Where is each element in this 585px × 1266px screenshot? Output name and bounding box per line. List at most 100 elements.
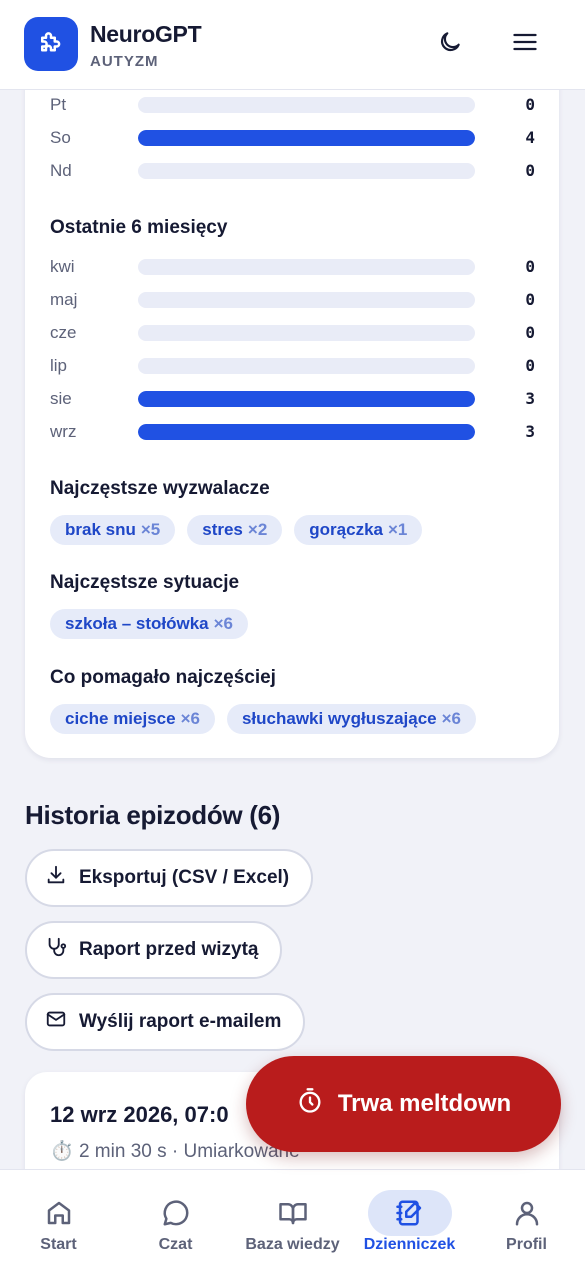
theme-toggle-button[interactable] (432, 26, 468, 62)
bar-row: maj 0 (50, 289, 540, 311)
meltdown-button[interactable]: Trwa meltdown (246, 1056, 561, 1152)
nav-item-start[interactable]: Start (0, 1170, 117, 1266)
bar-value: 3 (525, 389, 535, 408)
chip-label: brak snu (65, 520, 136, 539)
chip-count: ×1 (387, 520, 408, 539)
meltdown-label: Trwa meltdown (337, 1090, 512, 1117)
nav-label: Dzienniczek (363, 1236, 456, 1253)
helped-title: Co pomagało najczęściej (50, 667, 276, 688)
email-report-button[interactable]: Wyślij raport e-mailem (25, 993, 306, 1051)
export-label: Eksportuj (CSV / Excel) (79, 867, 290, 888)
bar-value: 0 (525, 290, 535, 309)
bar-fill (138, 130, 475, 146)
nav-label: Start (40, 1236, 77, 1253)
bar-track (138, 292, 475, 308)
bar-label: wrz (50, 422, 77, 441)
puzzle-icon[interactable] (24, 17, 78, 71)
user-icon (485, 1190, 569, 1236)
download-icon (45, 864, 67, 892)
hamburger-icon (511, 28, 539, 61)
nav-item-profile[interactable]: Profil (468, 1170, 585, 1266)
nav-label: Baza wiedzy (245, 1236, 340, 1253)
moon-icon (437, 29, 463, 60)
bar-label: kwi (50, 257, 75, 276)
bar-row: lip 0 (50, 355, 540, 377)
bar-track (138, 163, 475, 179)
bar-label: cze (50, 323, 77, 342)
chip-label: szkoła – stołówka (65, 614, 209, 633)
episode-meta-text: 2 min 30 s · Umiarkowane (78, 1141, 300, 1162)
bar-track (138, 325, 475, 341)
bar-track (138, 97, 475, 113)
app-subtitle: AUTYZM (90, 53, 159, 70)
situations-chips: szkoła – stołówka ×6 (50, 609, 249, 639)
nav-label: Czat (158, 1236, 193, 1253)
nav-item-chat[interactable]: Czat (117, 1170, 234, 1266)
months-section-title: Ostatnie 6 miesięcy (50, 217, 228, 238)
notebook-icon (367, 1190, 452, 1236)
bar-value: 0 (525, 323, 535, 342)
bar-label: lip (50, 356, 68, 375)
bar-row: cze 0 (50, 322, 540, 344)
bar-track (138, 391, 475, 407)
nav-item-knowledge-base[interactable]: Baza wiedzy (234, 1170, 351, 1266)
chip-count: ×6 (213, 614, 234, 633)
home-icon (17, 1190, 101, 1236)
bar-track (138, 424, 475, 440)
bar-label: Nd (50, 161, 72, 180)
bar-row: Nd 0 (50, 160, 540, 182)
episode-date: 12 wrz 2026, 07:0 (50, 1102, 229, 1127)
bar-row: sie 3 (50, 388, 540, 410)
report-label: Raport przed wizytą (79, 939, 259, 960)
bar-row: So 4 (50, 127, 540, 149)
email-label: Wyślij raport e-mailem (79, 1011, 282, 1032)
bar-fill (138, 424, 475, 440)
bar-row: Pt 0 (50, 94, 540, 116)
bar-value: 0 (525, 161, 535, 180)
triggers-title: Najczęstsze wyzwalacze (50, 478, 270, 499)
chat-icon (134, 1190, 218, 1236)
bar-fill (138, 391, 475, 407)
bar-track (138, 130, 475, 146)
chip-label: gorączka (309, 520, 383, 539)
situation-chip[interactable]: szkoła – stołówka ×6 (50, 609, 249, 639)
bar-value: 0 (525, 356, 535, 375)
bar-label: maj (50, 290, 78, 309)
bottom-navigation: Start Czat Baza wiedzy Dzienniczek Profi… (0, 1169, 585, 1266)
chip-count: ×2 (247, 520, 268, 539)
bar-label: So (50, 128, 71, 147)
export-button[interactable]: Eksportuj (CSV / Excel) (25, 849, 314, 907)
stethoscope-icon (45, 936, 67, 964)
nav-label: Profil (506, 1236, 547, 1253)
episode-meta: ⏱️ 2 min 30 s · Umiarkowane (50, 1139, 300, 1163)
chip-label: słuchawki wygłuszające (241, 709, 437, 728)
bar-value: 0 (525, 95, 535, 114)
trigger-chip[interactable]: gorączka ×1 (294, 515, 423, 545)
menu-button[interactable] (507, 26, 543, 62)
chip-label: stres (202, 520, 243, 539)
bar-label: Pt (50, 95, 67, 114)
chip-label: ciche miejsce (65, 709, 176, 728)
trigger-chip[interactable]: brak snu ×5 (50, 515, 176, 545)
triggers-chips: brak snu ×5 stres ×2 gorączka ×1 (50, 515, 423, 545)
app-header: NeuroGPT AUTYZM (0, 0, 585, 90)
stopwatch-icon: ⏱️ (50, 1141, 74, 1162)
history-title: Historia epizodów (6) (25, 800, 281, 830)
helped-chip[interactable]: ciche miejsce ×6 (50, 704, 215, 734)
helped-chip[interactable]: słuchawki wygłuszające ×6 (226, 704, 477, 734)
timer-icon (296, 1087, 324, 1122)
app-title: NeuroGPT (90, 21, 202, 47)
trigger-chip[interactable]: stres ×2 (187, 515, 283, 545)
chip-count: ×6 (180, 709, 200, 728)
pre-visit-report-button[interactable]: Raport przed wizytą (25, 921, 283, 979)
bar-value: 3 (525, 422, 535, 441)
bar-row: kwi 0 (50, 256, 540, 278)
chip-count: ×5 (140, 520, 161, 539)
helped-chips: ciche miejsce ×6 słuchawki wygłuszające ×6 (50, 704, 477, 734)
mail-icon (45, 1008, 67, 1036)
bar-track (138, 358, 475, 374)
chip-count: ×6 (441, 709, 462, 728)
book-icon (251, 1190, 335, 1236)
nav-item-diary[interactable]: Dzienniczek (351, 1170, 468, 1266)
situations-title: Najczęstsze sytuacje (50, 572, 240, 593)
